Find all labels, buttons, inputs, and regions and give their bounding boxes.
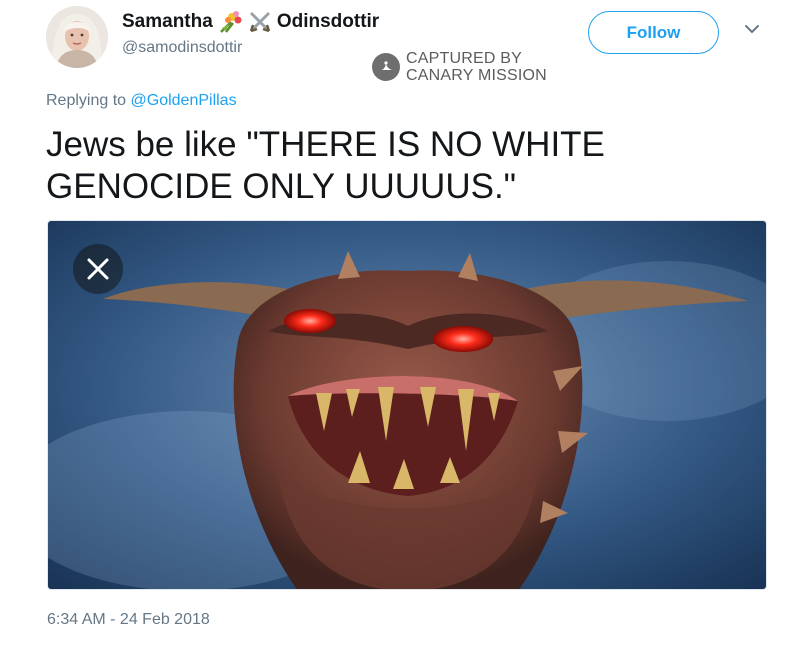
chevron-down-icon[interactable]	[742, 22, 762, 36]
replying-handle-link[interactable]: @GoldenPillas	[131, 92, 237, 109]
replying-to: Replying to @GoldenPillas	[46, 92, 237, 110]
display-name-first: Samantha	[122, 11, 213, 32]
close-icon	[87, 258, 109, 280]
canary-logo-icon	[372, 53, 400, 81]
tweet-timestamp[interactable]: 6:34 AM - 24 Feb 2018	[47, 611, 210, 629]
replying-prefix: Replying to	[46, 92, 127, 109]
bouquet-icon	[217, 10, 243, 34]
watermark-line1: CAPTURED BY	[406, 50, 522, 67]
watermark-line2: CANARY MISSION	[406, 67, 547, 84]
follow-button[interactable]: Follow	[588, 11, 719, 54]
avatar[interactable]	[46, 6, 108, 68]
captured-watermark: CAPTURED BY CANARY MISSION	[372, 50, 547, 84]
display-name-last: Odinsdottir	[276, 11, 380, 32]
tweet-text: Jews be like "THERE IS NO WHITE GENOCIDE…	[46, 125, 605, 206]
tweet-media-image[interactable]	[47, 220, 767, 590]
crossed-swords-icon	[247, 10, 273, 34]
user-handle[interactable]: @samodinsdottir	[122, 39, 242, 57]
close-media-button[interactable]	[73, 244, 123, 294]
display-name[interactable]: Samantha Odinsdottir	[122, 10, 379, 34]
